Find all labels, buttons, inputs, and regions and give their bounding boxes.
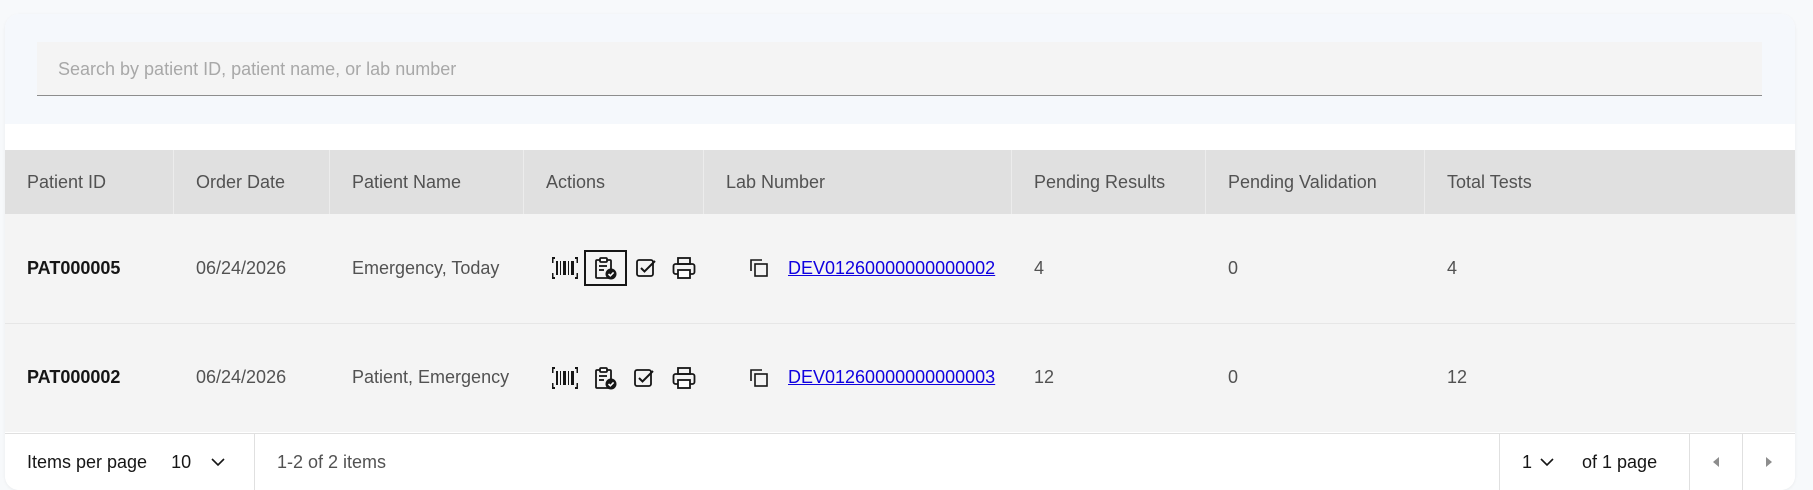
orders-table: Patient ID Order Date Patient Name Actio… xyxy=(5,150,1795,432)
lab-number-link[interactable]: DEV01260000000000003 xyxy=(788,367,995,388)
barcode-icon[interactable] xyxy=(546,248,583,288)
lab-number-cell: DEV01260000000000003 xyxy=(704,323,1012,432)
checkbox-icon[interactable] xyxy=(628,248,665,288)
items-per-page-section: Items per page 10 xyxy=(5,434,255,490)
search-area: Search by patient ID, patient name, or l… xyxy=(5,14,1795,124)
copy-icon[interactable] xyxy=(740,359,778,397)
order-date-cell: 06/24/2026 xyxy=(174,323,330,432)
header-total-tests[interactable]: Total Tests xyxy=(1425,150,1795,214)
page-value: 1 xyxy=(1522,451,1533,472)
order-date-cell: 06/24/2026 xyxy=(174,214,330,324)
pagination-bar: Items per page 10 1-2 of 2 items 1 of 1 … xyxy=(5,433,1795,490)
printer-icon[interactable] xyxy=(665,358,704,398)
table-row: PAT000005 06/24/2026 Emergency, Today DE… xyxy=(5,214,1795,324)
page-section: 1 of 1 page xyxy=(1499,434,1689,490)
barcode-icon[interactable] xyxy=(546,358,585,398)
chevron-down-icon xyxy=(1540,458,1554,467)
printer-icon[interactable] xyxy=(666,248,703,288)
header-order-date[interactable]: Order Date xyxy=(174,150,330,214)
search-input[interactable]: Search by patient ID, patient name, or l… xyxy=(37,42,1762,96)
previous-page-button[interactable] xyxy=(1689,434,1742,490)
caret-right-icon xyxy=(1766,457,1772,467)
items-per-page-label: Items per page xyxy=(27,451,148,472)
table-header-row: Patient ID Order Date Patient Name Actio… xyxy=(5,150,1795,214)
checkbox-icon[interactable] xyxy=(625,358,664,398)
header-patient-id[interactable]: Patient ID xyxy=(5,150,174,214)
header-actions: Actions xyxy=(524,150,704,214)
header-pending-validation[interactable]: Pending Validation xyxy=(1206,150,1425,214)
pending-results-cell: 4 xyxy=(1012,214,1206,324)
patient-name-cell: Patient, Emergency xyxy=(330,323,524,432)
pending-results-cell: 12 xyxy=(1012,323,1206,432)
patient-name-cell: Emergency, Today xyxy=(330,214,524,324)
clipboard-check-icon[interactable] xyxy=(586,358,625,398)
actions-cell xyxy=(524,323,704,432)
table-row: PAT000002 06/24/2026 Patient, Emergency xyxy=(5,323,1795,432)
items-range-text: 1-2 of 2 items xyxy=(277,451,387,472)
copy-icon[interactable] xyxy=(740,249,778,287)
header-pending-results[interactable]: Pending Results xyxy=(1012,150,1206,214)
patient-id-cell: PAT000002 xyxy=(5,323,174,432)
lab-number-cell: DEV01260000000000002 xyxy=(704,214,1012,324)
total-tests-cell: 4 xyxy=(1425,214,1795,324)
header-patient-name[interactable]: Patient Name xyxy=(330,150,524,214)
total-tests-cell: 12 xyxy=(1425,323,1795,432)
actions-cell xyxy=(524,214,704,324)
clipboard-check-icon[interactable] xyxy=(584,250,627,287)
items-per-page-select[interactable]: 10 xyxy=(171,452,225,473)
next-page-button[interactable] xyxy=(1742,434,1795,490)
items-per-page-value: 10 xyxy=(171,451,192,472)
lab-number-link[interactable]: DEV01260000000000002 xyxy=(788,258,995,279)
patient-id-cell: PAT000005 xyxy=(5,214,174,324)
caret-left-icon xyxy=(1713,457,1719,467)
patient-orders-card: Search by patient ID, patient name, or l… xyxy=(5,14,1795,490)
page-of-text: of 1 page xyxy=(1582,451,1658,472)
page-select[interactable]: 1 xyxy=(1522,452,1554,473)
chevron-down-icon xyxy=(211,458,225,467)
pending-validation-cell: 0 xyxy=(1206,323,1425,432)
header-lab-number[interactable]: Lab Number xyxy=(704,150,1012,214)
pending-validation-cell: 0 xyxy=(1206,214,1425,324)
